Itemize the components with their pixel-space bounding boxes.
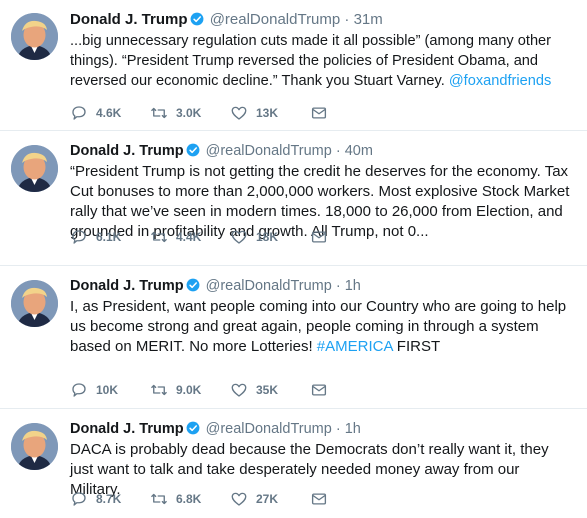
mention-link[interactable]: @foxandfriends — [449, 73, 551, 89]
verified-badge-icon — [186, 278, 200, 292]
author-name[interactable]: Donald J. Trump — [70, 143, 184, 159]
reply-button[interactable]: 10K — [70, 381, 150, 399]
like-button[interactable]: 27K — [230, 490, 310, 508]
reply-icon — [72, 230, 86, 244]
like-button[interactable]: 13K — [230, 104, 310, 122]
direct-message-button[interactable] — [310, 104, 334, 122]
tweet-content: Donald J. Trump @realDonaldTrump · 1h DA… — [70, 419, 573, 500]
avatar[interactable] — [11, 423, 58, 470]
retweet-icon — [151, 107, 167, 119]
verified-badge-icon — [186, 143, 200, 157]
retweet-button[interactable]: 3.0K — [150, 104, 230, 122]
tweet-timestamp[interactable]: 31m — [354, 11, 383, 28]
tweet-timestamp[interactable]: 1h — [345, 278, 361, 294]
direct-message-button[interactable] — [310, 490, 334, 508]
reply-count: 6.1K — [96, 230, 122, 244]
verified-badge-icon — [190, 12, 203, 26]
reply-icon — [72, 106, 86, 120]
hashtag-link[interactable]: #AMERICA — [317, 338, 393, 355]
separator-dot: · — [335, 421, 341, 437]
reply-count: 4.6K — [96, 106, 122, 120]
tweet-timestamp[interactable]: 40m — [345, 143, 373, 159]
retweet-icon — [151, 384, 167, 396]
avatar[interactable] — [11, 280, 58, 327]
direct-message-button[interactable] — [310, 228, 334, 246]
separator-dot: · — [344, 11, 350, 28]
like-count: 35K — [256, 383, 279, 397]
heart-icon — [231, 492, 247, 506]
tweet-timeline: Donald J. Trump @realDonaldTrump · 31m .… — [0, 0, 587, 518]
author-name[interactable]: Donald J. Trump — [70, 421, 184, 437]
avatar[interactable] — [11, 145, 58, 192]
like-button[interactable]: 18K — [230, 228, 310, 246]
tweet-actions: 10K 9.0K 35K — [70, 381, 334, 399]
envelope-icon — [311, 231, 327, 243]
verified-badge-icon — [186, 421, 200, 435]
retweet-button[interactable]: 6.8K — [150, 490, 230, 508]
reply-button[interactable]: 4.6K — [70, 104, 150, 122]
tweet[interactable]: Donald J. Trump @realDonaldTrump · 1h I,… — [0, 266, 587, 409]
reply-button[interactable]: 6.1K — [70, 228, 150, 246]
tweet-content: Donald J. Trump @realDonaldTrump · 31m .… — [70, 10, 573, 91]
tweet-content: Donald J. Trump @realDonaldTrump · 1h I,… — [70, 276, 573, 357]
tweet[interactable]: Donald J. Trump @realDonaldTrump · 31m .… — [0, 0, 587, 131]
separator-dot: · — [335, 278, 341, 294]
envelope-icon — [311, 493, 327, 505]
avatar[interactable] — [11, 13, 58, 60]
retweet-count: 3.0K — [176, 106, 202, 120]
tweet-actions: 8.7K 6.8K 27K — [70, 490, 334, 508]
reply-button[interactable]: 8.7K — [70, 490, 150, 508]
author-name[interactable]: Donald J. Trump — [70, 278, 184, 294]
envelope-icon — [311, 384, 327, 396]
tweet-text: ...big unnecessary regulation cuts made … — [70, 31, 573, 91]
tweet-header: Donald J. Trump @realDonaldTrump · 1h — [70, 419, 573, 439]
like-count: 13K — [256, 106, 279, 120]
tweet-content: Donald J. Trump @realDonaldTrump · 40m “… — [70, 141, 573, 242]
heart-icon — [231, 383, 247, 397]
author-handle[interactable]: @realDonaldTrump — [206, 278, 332, 294]
author-name[interactable]: Donald J. Trump — [70, 11, 188, 28]
tweet-text-tail: FIRST — [392, 338, 441, 355]
heart-icon — [231, 230, 247, 244]
tweet-header: Donald J. Trump @realDonaldTrump · 31m — [70, 10, 573, 30]
tweet[interactable]: Donald J. Trump @realDonaldTrump · 40m “… — [0, 131, 587, 266]
retweet-count: 4.4K — [176, 230, 202, 244]
direct-message-button[interactable] — [310, 381, 334, 399]
envelope-icon — [311, 107, 327, 119]
like-count: 18K — [256, 230, 279, 244]
reply-count: 8.7K — [96, 492, 122, 506]
retweet-button[interactable]: 9.0K — [150, 381, 230, 399]
like-button[interactable]: 35K — [230, 381, 310, 399]
author-handle[interactable]: @realDonaldTrump — [210, 11, 341, 28]
reply-count: 10K — [96, 383, 119, 397]
tweet-timestamp[interactable]: 1h — [345, 421, 361, 437]
tweet-text: I, as President, want people coming into… — [70, 297, 573, 357]
reply-icon — [72, 492, 86, 506]
reply-icon — [72, 383, 86, 397]
author-handle[interactable]: @realDonaldTrump — [206, 421, 332, 437]
tweet[interactable]: Donald J. Trump @realDonaldTrump · 1h DA… — [0, 409, 587, 518]
heart-icon — [231, 106, 247, 120]
retweet-count: 6.8K — [176, 492, 202, 506]
tweet-actions: 6.1K 4.4K 18K — [70, 228, 334, 246]
separator-dot: · — [335, 143, 341, 159]
tweet-actions: 4.6K 3.0K 13K — [70, 104, 334, 122]
tweet-header: Donald J. Trump @realDonaldTrump · 40m — [70, 141, 573, 161]
retweet-count: 9.0K — [176, 383, 202, 397]
retweet-button[interactable]: 4.4K — [150, 228, 230, 246]
author-handle[interactable]: @realDonaldTrump — [206, 143, 332, 159]
tweet-header: Donald J. Trump @realDonaldTrump · 1h — [70, 276, 573, 296]
like-count: 27K — [256, 492, 279, 506]
retweet-icon — [151, 493, 167, 505]
retweet-icon — [151, 231, 167, 243]
